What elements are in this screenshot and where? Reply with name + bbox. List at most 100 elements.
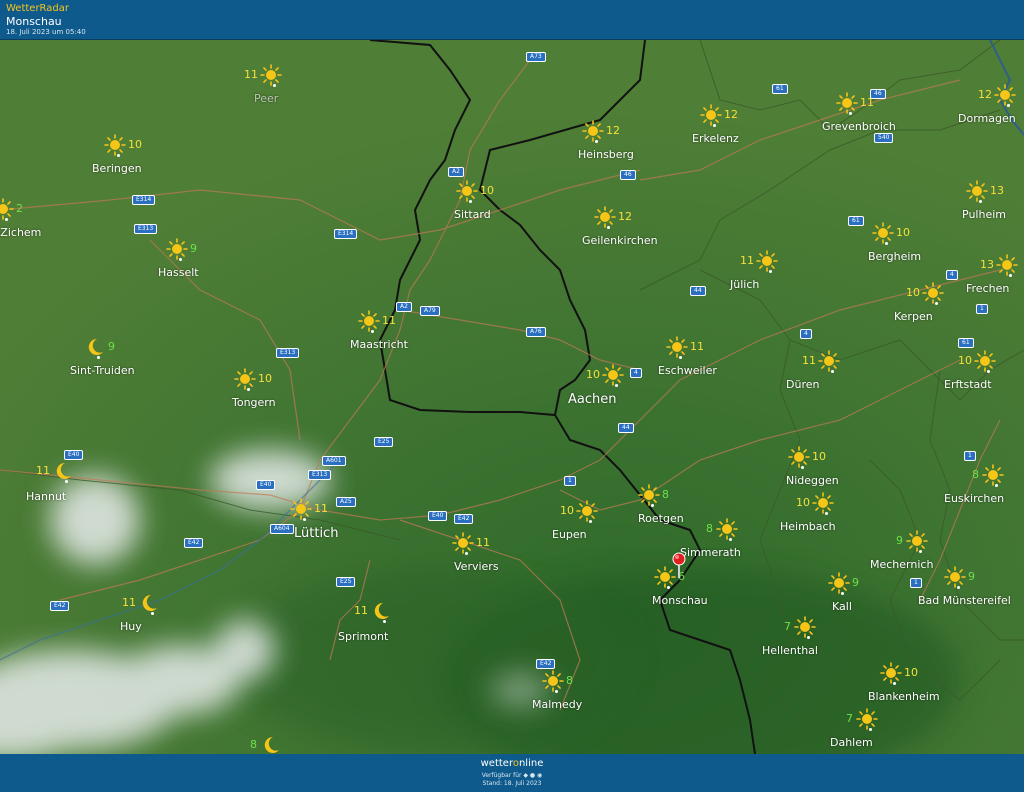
city-dot [841, 592, 844, 595]
road-shield: E313 [276, 348, 300, 358]
road-shield: 46 [620, 170, 636, 180]
app-title: WetterRadar [6, 3, 70, 14]
road-shield: A25 [336, 497, 356, 507]
city-dot [383, 620, 386, 623]
sun-icon [794, 616, 816, 638]
weather-map[interactable]: A73 61 46 540 A2 46 E314 E313 E314 61 44… [0, 40, 1024, 754]
app-header: WetterRadar Monschau 18. Juli 2023 um 05… [0, 0, 1024, 40]
road-shield: 1 [564, 476, 576, 486]
city-dot [5, 218, 8, 221]
city-name: Bad Münstereifel [918, 594, 1011, 607]
temperature: 10 [560, 504, 574, 517]
temperature: 8 [250, 738, 257, 751]
sun-icon [818, 350, 840, 372]
sun-icon [880, 662, 902, 684]
city-dot [893, 682, 896, 685]
city-dot [667, 586, 670, 589]
city-name: Aachen [568, 392, 617, 407]
temperature: 8 [662, 488, 669, 501]
city-dot [151, 612, 154, 615]
city-name: Dahlem [830, 736, 873, 749]
sun-icon [0, 198, 14, 220]
city-name: Beringen [92, 162, 142, 175]
sun-icon [906, 530, 928, 552]
road-shield: A604 [270, 524, 294, 534]
temperature: 9 [896, 534, 903, 547]
sun-icon [594, 206, 616, 228]
temperature: 10 [258, 372, 272, 385]
city-name: Frechen [966, 282, 1010, 295]
temperature: 8 [566, 674, 573, 687]
city-name: Kall [832, 600, 852, 613]
temperature: 11 [860, 96, 874, 109]
temperature: 10 [480, 184, 494, 197]
city-dot [1007, 104, 1010, 107]
temperature: 13 [990, 184, 1004, 197]
sun-icon [996, 254, 1018, 276]
road-shield: 61 [848, 216, 864, 226]
city-name: Nideggen [786, 474, 839, 487]
city-name: Jülich [730, 278, 760, 291]
temperature: 11 [122, 596, 136, 609]
temperature: 7 [846, 712, 853, 725]
city-dot [247, 388, 250, 391]
road-shield: 1 [976, 304, 988, 314]
sun-icon [944, 566, 966, 588]
city-name: Euskirchen [944, 492, 1005, 505]
road-shield: 61 [772, 84, 788, 94]
city-name: Eupen [552, 528, 587, 541]
city-dot [615, 384, 618, 387]
temperature: 11 [740, 254, 754, 267]
city-dot [555, 690, 558, 693]
sun-icon [260, 64, 282, 86]
sun-icon [290, 498, 312, 520]
moon-icon [84, 336, 106, 358]
city-dot [371, 330, 374, 333]
city-name: Maastricht [350, 338, 408, 351]
road-shield: 61 [958, 338, 974, 348]
city-dot [801, 466, 804, 469]
road-shield: E42 [184, 538, 204, 548]
sun-icon [358, 310, 380, 332]
location-pin-icon[interactable] [672, 552, 686, 580]
temperature: 11 [244, 68, 258, 81]
city-name: vel-Zichem [0, 226, 42, 239]
road-shield: E42 [536, 659, 556, 669]
temperature: 10 [796, 496, 810, 509]
temperature: 12 [618, 210, 632, 223]
location-title[interactable]: Monschau [6, 15, 62, 28]
sun-icon [812, 492, 834, 514]
road-shield: A2 [448, 167, 464, 177]
sun-icon [994, 84, 1016, 106]
temperature: 12 [978, 88, 992, 101]
city-name: Kerpen [894, 310, 933, 323]
temperature: 8 [706, 522, 713, 535]
temperature: 8 [972, 468, 979, 481]
sun-icon [582, 120, 604, 142]
sun-icon [828, 572, 850, 594]
city-name: Huy [120, 620, 142, 633]
city-name: Erftstadt [944, 378, 992, 391]
sun-icon [456, 180, 478, 202]
city-dot [465, 552, 468, 555]
road-shield: 4 [800, 329, 812, 339]
temperature: 10 [896, 226, 910, 239]
sun-icon [542, 670, 564, 692]
city-dot [303, 518, 306, 521]
temperature: 11 [690, 340, 704, 353]
city-name: Sprimont [338, 630, 389, 643]
sun-icon [836, 92, 858, 114]
temperature: 13 [980, 258, 994, 271]
road-shield: E25 [374, 437, 394, 447]
sun-icon [602, 364, 624, 386]
city-dot [995, 484, 998, 487]
road-shield: E40 [428, 511, 448, 521]
brand-logo[interactable]: wetteronline [0, 758, 1024, 769]
road-shield: 1 [910, 578, 922, 588]
city-dot [869, 728, 872, 731]
temperature: 9 [852, 576, 859, 589]
temperature: 9 [190, 242, 197, 255]
temperature: 11 [354, 604, 368, 617]
road-shield: E40 [64, 450, 84, 460]
city-dot [769, 270, 772, 273]
